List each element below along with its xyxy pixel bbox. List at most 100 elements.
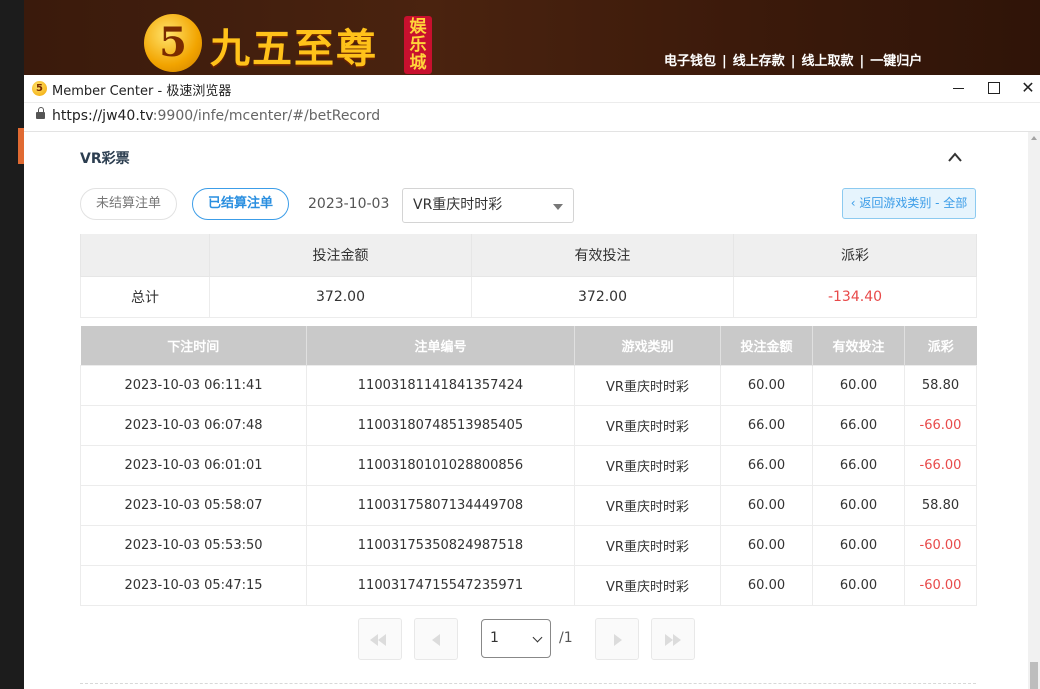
nav-wallet[interactable]: 电子钱包 [664, 54, 716, 69]
caret-down-icon [553, 204, 563, 210]
summary-valid-bet: 372.00 [471, 276, 734, 318]
cell-game: VR重庆时时彩 [574, 485, 721, 526]
table-row: 2023-10-03 06:01:01 11003180101028800856… [80, 445, 977, 486]
bet-records-table: 下注时间 注单编号 游戏类别 投注金额 有效投注 派彩 2023-10-03 0… [80, 326, 977, 606]
logo-side-text: 娱乐城 [404, 16, 432, 74]
cell-time: 2023-10-03 06:01:01 [80, 445, 307, 486]
cell-valid: 66.00 [812, 405, 905, 446]
col-header-time[interactable]: 下注时间 [80, 326, 307, 366]
cell-bet: 60.00 [720, 485, 813, 526]
cell-time: 2023-10-03 05:58:07 [80, 485, 307, 526]
table-row: 2023-10-03 06:11:41 11003181141841357424… [80, 365, 977, 406]
cell-time: 2023-10-03 05:47:15 [80, 565, 307, 606]
col-header-id[interactable]: 注单编号 [306, 326, 575, 366]
summary-header-blank [80, 234, 210, 277]
right-arrow-icon [614, 634, 622, 646]
cell-time: 2023-10-03 06:07:48 [80, 405, 307, 446]
cell-bet: 60.00 [720, 365, 813, 406]
cell-id: 11003175807134449708 [306, 485, 575, 526]
first-page-button[interactable] [358, 618, 402, 660]
game-select-value: VR重庆时时彩 [413, 197, 503, 213]
cell-payout: 58.80 [904, 365, 977, 406]
cell-id: 11003181141841357424 [306, 365, 575, 406]
summary-bet-amount: 372.00 [209, 276, 472, 318]
records-body: 2023-10-03 06:11:41 11003181141841357424… [80, 365, 977, 606]
browser-window: 5 Member Center - 极速浏览器 ✕ https://jw40.t… [24, 75, 1040, 689]
cell-id: 11003175350824987518 [306, 525, 575, 566]
col-header-valid[interactable]: 有效投注 [812, 326, 905, 366]
site-nav: 电子钱包 | 线上存款 | 线上取款 | 一键归户 [664, 54, 923, 69]
cell-payout: -60.00 [904, 525, 977, 566]
table-row: 2023-10-03 05:47:15 11003174715547235971… [80, 565, 977, 606]
logo-badge: 5 [144, 14, 202, 72]
nav-withdraw[interactable]: 线上取款 [802, 54, 854, 69]
browser-logo-icon: 5 [32, 81, 47, 96]
vertical-scrollbar[interactable] [1028, 132, 1040, 689]
url-path: :9900/infe/mcenter/#/betRecord [152, 108, 381, 124]
cell-bet: 60.00 [720, 525, 813, 566]
page-select-value: 1 [490, 630, 499, 646]
date-display[interactable]: 2023-10-03 [308, 196, 389, 212]
summary-header-payout: 派彩 [733, 234, 977, 277]
cell-game: VR重庆时时彩 [574, 405, 721, 446]
cell-time: 2023-10-03 05:53:50 [80, 525, 307, 566]
cell-payout: -60.00 [904, 565, 977, 606]
cell-valid: 60.00 [812, 565, 905, 606]
minimize-button[interactable] [944, 77, 972, 99]
url-host: https://jw40.tv [52, 108, 153, 124]
site-header: 5 九五至尊 娱乐城 电子钱包 | 线上存款 | 线上取款 | 一键归户 [24, 0, 1040, 75]
cell-id: 11003174715547235971 [306, 565, 575, 606]
summary-header-row: 投注金额 有效投注 派彩 [80, 234, 977, 277]
back-to-categories-button[interactable]: ‹ 返回游戏类别 - 全部 [842, 188, 976, 219]
title-bar: 5 Member Center - 极速浏览器 ✕ [24, 75, 1040, 103]
table-row: 2023-10-03 05:53:50 11003175350824987518… [80, 525, 977, 566]
summary-payout: -134.40 [733, 276, 977, 318]
cell-game: VR重庆时时彩 [574, 365, 721, 406]
page-content: VR彩票 未结算注单 已结算注单 2023-10-03 VR重庆时时彩 ‹ 返回… [24, 132, 1028, 689]
cell-id: 11003180748513985405 [306, 405, 575, 446]
prev-page-button[interactable] [414, 618, 458, 660]
page-total: /1 [559, 630, 573, 646]
lock-icon [36, 107, 45, 119]
summary-header-bet: 投注金额 [209, 234, 472, 277]
scroll-up-icon[interactable] [1031, 136, 1037, 140]
cell-bet: 66.00 [720, 445, 813, 486]
tab-unsettled[interactable]: 未结算注单 [80, 188, 177, 220]
nav-deposit[interactable]: 线上存款 [733, 54, 785, 69]
maximize-icon [988, 82, 1000, 94]
cell-id: 11003180101028800856 [306, 445, 575, 486]
tab-settled[interactable]: 已结算注单 [192, 188, 289, 220]
summary-label: 总计 [80, 276, 210, 318]
cell-valid: 66.00 [812, 445, 905, 486]
next-page-button[interactable] [595, 618, 639, 660]
col-header-payout[interactable]: 派彩 [904, 326, 977, 366]
last-page-button[interactable] [651, 618, 695, 660]
summary-total-row: 总计 372.00 372.00 -134.40 [80, 276, 977, 318]
close-icon: ✕ [1021, 78, 1035, 97]
cell-bet: 60.00 [720, 565, 813, 606]
col-header-game[interactable]: 游戏类别 [574, 326, 721, 366]
scroll-thumb[interactable] [1030, 662, 1038, 689]
left-arrow-icon [432, 634, 440, 646]
cell-valid: 60.00 [812, 365, 905, 406]
cell-payout: -66.00 [904, 405, 977, 446]
summary-table: 投注金额 有效投注 派彩 总计 372.00 372.00 -134.40 [80, 234, 977, 318]
game-select[interactable]: VR重庆时时彩 [402, 188, 574, 223]
cell-valid: 60.00 [812, 525, 905, 566]
bottom-divider [80, 683, 976, 684]
table-row: 2023-10-03 06:07:48 11003180748513985405… [80, 405, 977, 446]
minimize-icon [952, 87, 964, 90]
window-title: Member Center - 极速浏览器 [52, 84, 232, 99]
address-bar[interactable]: https://jw40.tv:9900/infe/mcenter/#/betR… [24, 103, 1040, 132]
cell-payout: -66.00 [904, 445, 977, 486]
cell-payout: 58.80 [904, 485, 977, 526]
table-row: 2023-10-03 05:58:07 11003175807134449708… [80, 485, 977, 526]
nav-collect[interactable]: 一键归户 [870, 54, 922, 69]
maximize-button[interactable] [980, 77, 1008, 99]
chevron-up-icon[interactable] [948, 150, 962, 164]
close-button[interactable]: ✕ [1014, 77, 1040, 99]
col-header-bet[interactable]: 投注金额 [720, 326, 813, 366]
section-title: VR彩票 [80, 151, 130, 167]
url-text[interactable]: https://jw40.tv:9900/infe/mcenter/#/betR… [52, 108, 380, 124]
page-select[interactable]: 1 [481, 619, 551, 658]
